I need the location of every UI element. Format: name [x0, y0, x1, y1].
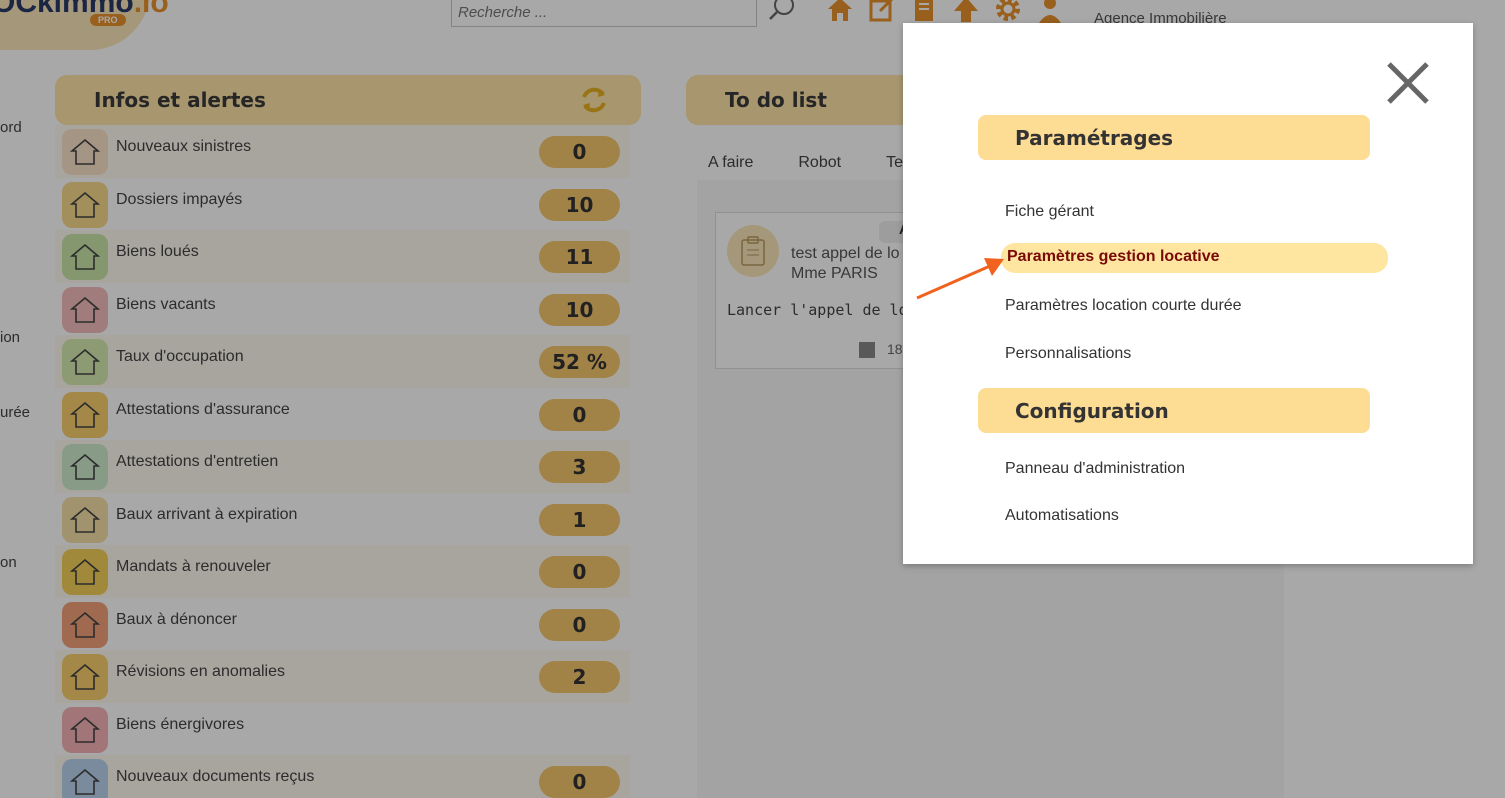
section-parametrages: Paramétrages [978, 115, 1370, 160]
section-configuration: Configuration [978, 388, 1370, 433]
menu-item-parametres-gestion-locative[interactable]: Paramètres gestion locative [1001, 243, 1388, 273]
menu-item-fiche-gerant[interactable]: Fiche gérant [1005, 203, 1094, 221]
close-icon[interactable] [1383, 58, 1433, 108]
pointer-arrow-icon [916, 258, 1004, 300]
menu-item-panneau-administration[interactable]: Panneau d'administration [1005, 460, 1185, 478]
menu-item-personnalisations[interactable]: Personnalisations [1005, 345, 1131, 363]
menu-item-automatisations[interactable]: Automatisations [1005, 507, 1119, 525]
menu-item-parametres-location-courte-duree[interactable]: Paramètres location courte durée [1005, 297, 1242, 315]
